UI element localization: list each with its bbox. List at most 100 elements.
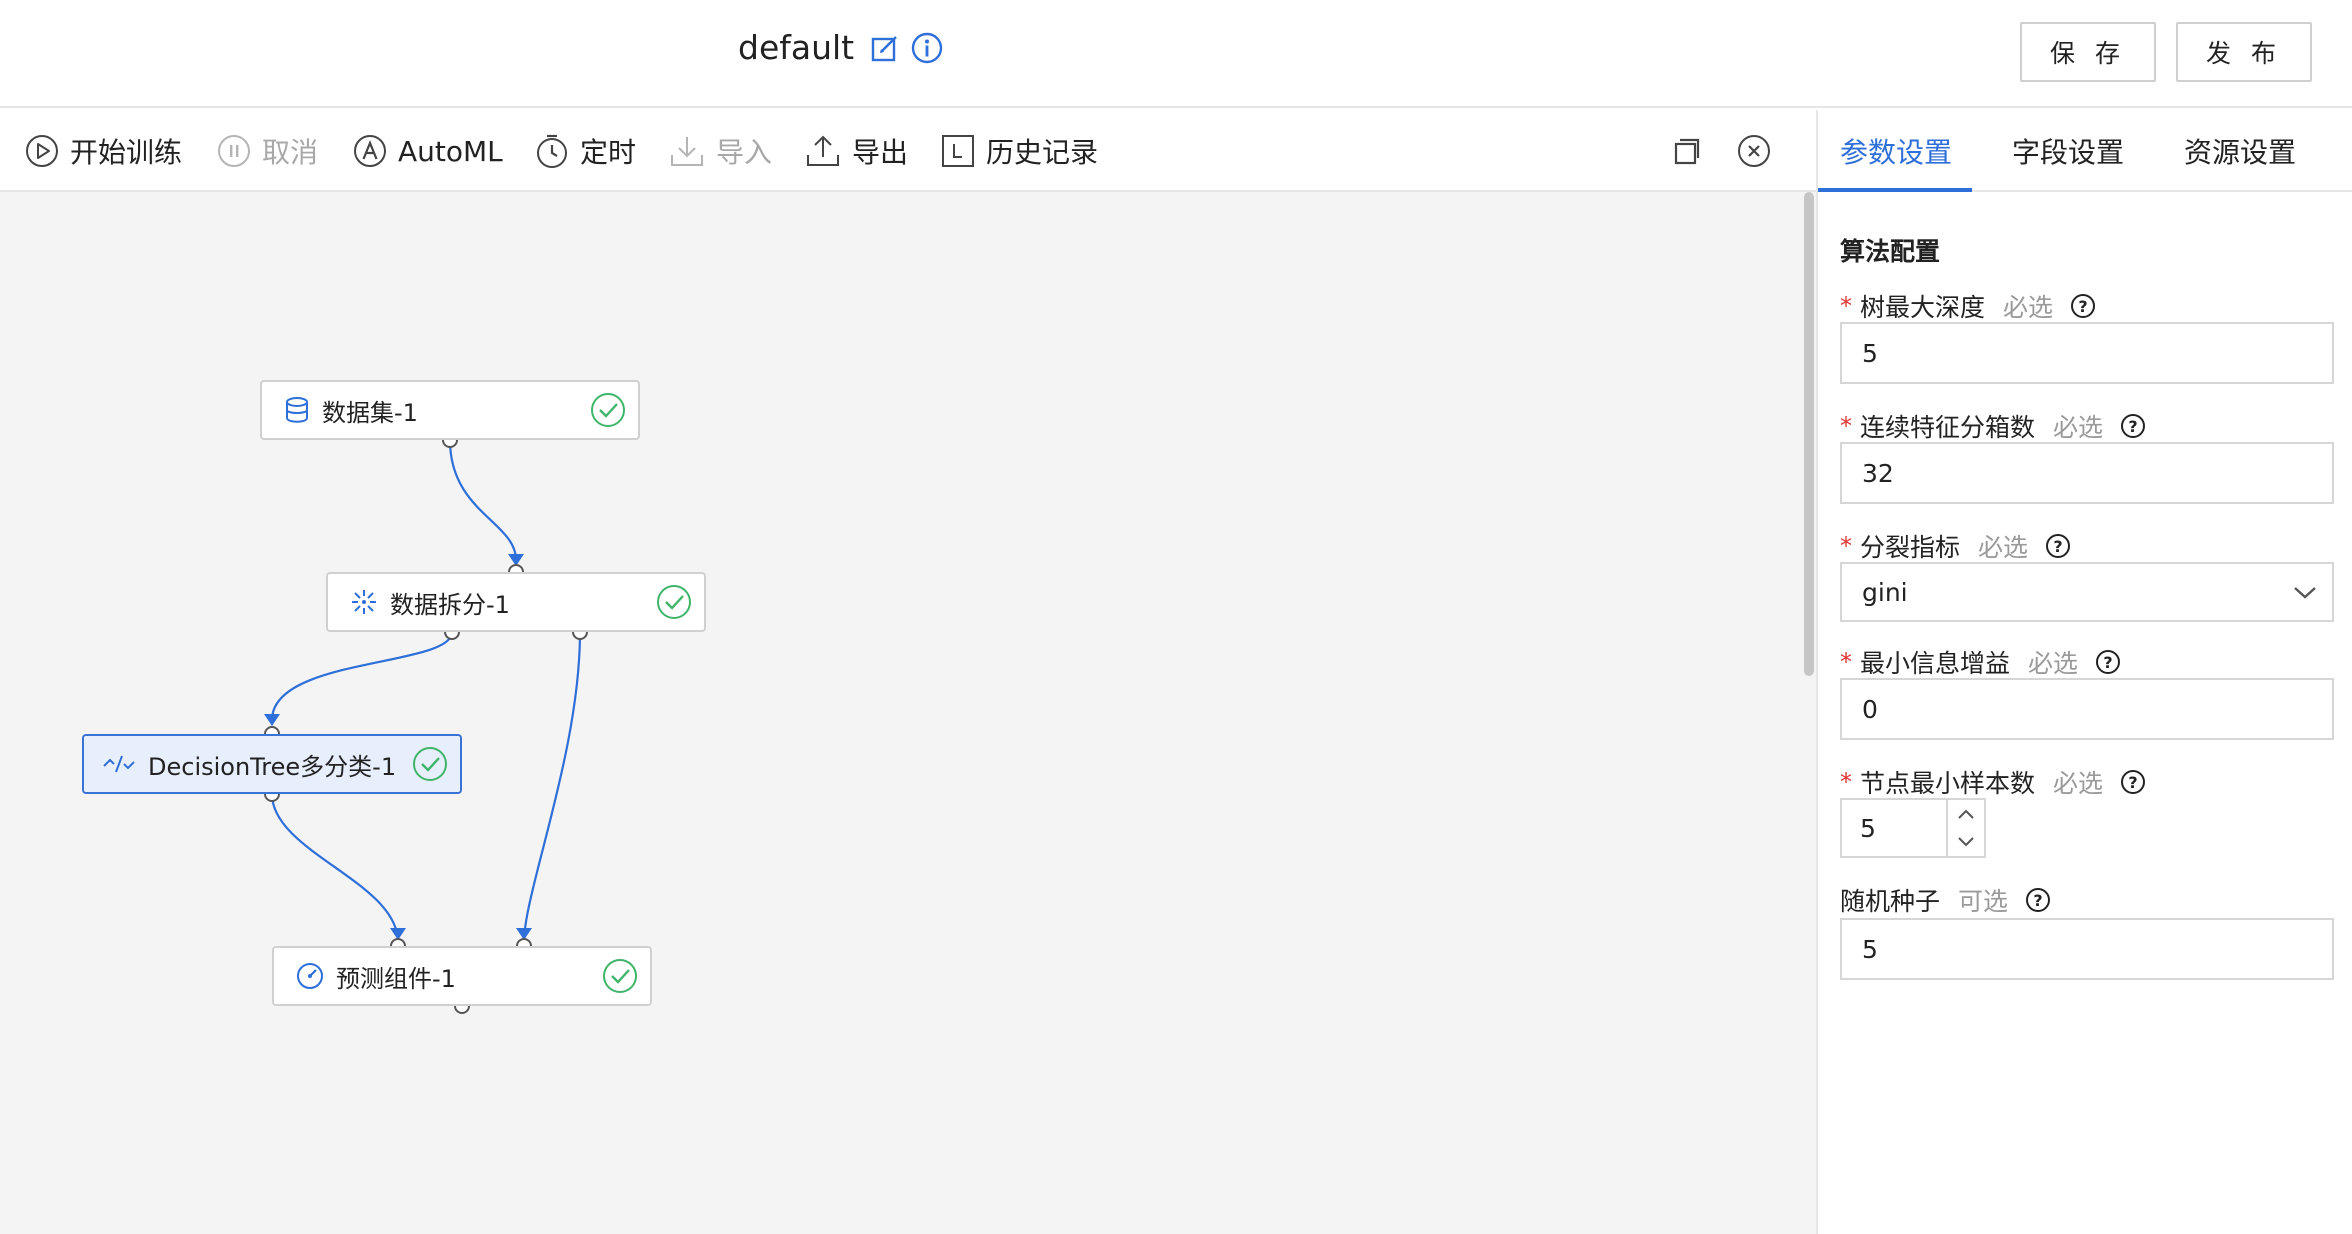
export-icon bbox=[807, 135, 839, 166]
chevron-down-icon bbox=[2294, 587, 2316, 599]
help-icon[interactable]: ? bbox=[2121, 414, 2146, 438]
select-value: gini bbox=[1862, 577, 1908, 607]
label-text: 连续特征分箱数 bbox=[1860, 413, 2036, 442]
tab-fields[interactable]: 字段设置 bbox=[2012, 110, 2124, 192]
edge-layer bbox=[264, 432, 588, 1014]
increment-button[interactable] bbox=[1948, 800, 1984, 828]
schedule-button[interactable]: 定时 bbox=[534, 110, 636, 192]
field-label-min-info-gain: * 最小信息增益 必选 ? bbox=[1840, 644, 2121, 680]
workflow-canvas[interactable]: 数据集-1 数据拆分-1 DecisionTree多分类-1 预测组件-1 bbox=[0, 192, 1816, 1234]
required-mark: * bbox=[1840, 532, 1852, 560]
node-label: DecisionTree多分类-1 bbox=[148, 752, 397, 781]
edge-split-to-tree[interactable] bbox=[270, 631, 454, 721]
section-title: 算法配置 bbox=[1840, 237, 1941, 266]
stepper-value[interactable]: 5 bbox=[1860, 800, 1876, 856]
edge-tree-to-predict[interactable] bbox=[270, 793, 400, 943]
min-info-gain-input[interactable]: 0 bbox=[1840, 678, 2334, 740]
required-mark: * bbox=[1840, 768, 1852, 796]
settings-tabs: 参数设置 字段设置 资源设置 bbox=[1818, 110, 2352, 192]
help-icon[interactable]: ? bbox=[2071, 294, 2096, 318]
required-hint: 必选 bbox=[2003, 293, 2054, 322]
stepper-arrows bbox=[1946, 800, 1984, 856]
label-text: 树最大深度 bbox=[1860, 293, 1986, 322]
settings-panel: 参数设置 字段设置 资源设置 算法配置 * 树最大深度 必选 ? 5 * 连续特… bbox=[1816, 110, 2352, 1234]
automl-circle-icon bbox=[354, 135, 386, 167]
canvas-scrollbar-thumb[interactable] bbox=[1804, 192, 1814, 676]
required-mark: * bbox=[1840, 412, 1852, 440]
required-mark: * bbox=[1840, 648, 1852, 676]
automl-button[interactable]: AutoML bbox=[352, 110, 503, 192]
export-button[interactable]: 导出 bbox=[804, 110, 908, 192]
node-label: 数据集-1 bbox=[322, 398, 418, 427]
node-data-split[interactable]: 数据拆分-1 bbox=[326, 572, 706, 632]
node-predict[interactable]: 预测组件-1 bbox=[272, 946, 652, 1006]
timer-icon bbox=[537, 134, 567, 168]
help-icon[interactable]: ? bbox=[2121, 770, 2146, 794]
success-check-icon bbox=[657, 585, 691, 619]
pause-circle-icon bbox=[218, 135, 250, 167]
title-area: default bbox=[738, 28, 944, 67]
toolbar: 开始训练 取消 AutoML 定时 导入 导出 历史记录 bbox=[0, 110, 1816, 192]
label-text: 随机种子 bbox=[1840, 887, 1941, 916]
node-dataset[interactable]: 数据集-1 bbox=[260, 380, 640, 440]
help-icon[interactable]: ? bbox=[2096, 650, 2121, 674]
close-button[interactable] bbox=[1736, 110, 1782, 192]
save-button[interactable]: 保 存 bbox=[2020, 22, 2156, 82]
required-hint: 必选 bbox=[2028, 649, 2079, 678]
edit-icon[interactable] bbox=[868, 31, 902, 65]
copy-window-button[interactable] bbox=[1670, 110, 1712, 192]
field-label-max-depth: * 树最大深度 必选 ? bbox=[1840, 288, 2096, 324]
required-mark: * bbox=[1840, 292, 1852, 320]
predict-gauge-icon bbox=[296, 962, 324, 990]
field-label-min-node-samples: * 节点最小样本数 必选 ? bbox=[1840, 764, 2146, 800]
field-label-split-criterion: * 分裂指标 必选 ? bbox=[1840, 528, 2071, 564]
required-hint: 必选 bbox=[1978, 533, 2029, 562]
required-hint: 必选 bbox=[2053, 769, 2104, 798]
schedule-label: 定时 bbox=[580, 136, 637, 169]
history-label: 历史记录 bbox=[986, 136, 1099, 169]
start-training-label: 开始训练 bbox=[70, 136, 183, 169]
chevron-up-icon bbox=[1958, 809, 1974, 819]
split-criterion-select[interactable]: gini bbox=[1840, 562, 2334, 622]
decrement-button[interactable] bbox=[1948, 828, 1984, 856]
active-tab-indicator bbox=[1818, 188, 1972, 192]
arrowhead bbox=[264, 714, 280, 726]
success-check-icon bbox=[413, 747, 447, 781]
database-icon bbox=[284, 396, 310, 424]
edge-dataset-to-split[interactable] bbox=[448, 439, 518, 561]
import-button[interactable]: 导入 bbox=[668, 110, 772, 192]
node-decision-tree[interactable]: DecisionTree多分类-1 bbox=[82, 734, 462, 794]
edge-split-to-predict[interactable] bbox=[522, 631, 582, 943]
node-label: 数据拆分-1 bbox=[390, 590, 510, 619]
import-label: 导入 bbox=[716, 136, 773, 169]
help-icon[interactable]: ? bbox=[2046, 534, 2071, 558]
publish-button[interactable]: 发 布 bbox=[2176, 22, 2312, 82]
max-depth-input[interactable]: 5 bbox=[1840, 322, 2334, 384]
cancel-label: 取消 bbox=[262, 136, 319, 169]
split-icon bbox=[350, 588, 378, 616]
tab-parameters[interactable]: 参数设置 bbox=[1840, 110, 1952, 192]
close-circle-icon bbox=[1738, 135, 1770, 167]
bins-input[interactable]: 32 bbox=[1840, 442, 2334, 504]
info-icon[interactable] bbox=[910, 31, 944, 65]
help-icon[interactable]: ? bbox=[2026, 888, 2051, 912]
copy-icon bbox=[1674, 138, 1700, 165]
chevron-down-icon bbox=[1958, 837, 1974, 847]
cancel-button[interactable]: 取消 bbox=[216, 110, 318, 192]
min-node-samples-stepper[interactable]: 5 bbox=[1840, 798, 1986, 858]
history-button[interactable]: 历史记录 bbox=[940, 110, 1098, 192]
automl-label: AutoML bbox=[398, 134, 503, 168]
play-circle-icon bbox=[26, 135, 58, 167]
top-bar: default 保 存 发 布 bbox=[0, 0, 2352, 108]
label-text: 分裂指标 bbox=[1860, 533, 1961, 562]
start-training-button[interactable]: 开始训练 bbox=[24, 110, 182, 192]
random-seed-input[interactable]: 5 bbox=[1840, 918, 2334, 980]
algorithm-icon bbox=[102, 752, 136, 776]
page-title: default bbox=[738, 28, 855, 67]
history-icon bbox=[942, 135, 974, 167]
tab-resources[interactable]: 资源设置 bbox=[2184, 110, 2296, 192]
node-label: 预测组件-1 bbox=[336, 964, 456, 993]
optional-hint: 可选 bbox=[1958, 887, 2009, 916]
import-icon bbox=[671, 137, 703, 166]
label-text: 节点最小样本数 bbox=[1860, 769, 2036, 798]
